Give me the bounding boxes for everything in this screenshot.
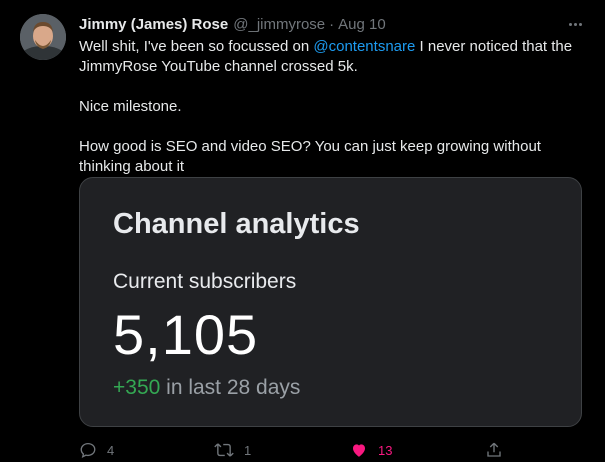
share-icon [487,442,501,457]
attached-image[interactable]: Channel analytics Current subscribers 5,… [79,177,582,427]
like-button[interactable]: 13 [350,439,392,461]
tweet-paragraph-2: Nice milestone. [79,98,182,115]
reply-button[interactable]: 4 [79,439,114,461]
tweet-text-part: Well shit, I've been so focussed on [79,38,314,55]
tweet-date[interactable]: Aug 10 [338,16,386,34]
tweet[interactable]: Jimmy (James) Rose @_jimmyrose · Aug 10 … [0,0,605,462]
card-subtitle: Current subscribers [113,270,297,293]
display-name[interactable]: Jimmy (James) Rose [79,16,228,34]
like-icon [353,444,365,457]
delta-suffix: in last 28 days [160,376,301,399]
retweet-button[interactable]: 1 [214,439,251,461]
reply-icon [80,442,96,459]
tweet-header: Jimmy (James) Rose @_jimmyrose · Aug 10 [79,16,386,34]
subscriber-count: 5,105 [113,303,259,366]
tweet-paragraph-1: Well shit, I've been so focussed on @con… [79,37,579,77]
user-handle[interactable]: @_jimmyrose [233,16,325,34]
reply-count: 4 [107,442,115,458]
separator-dot: · [329,16,335,33]
retweet-count: 1 [244,442,252,458]
subscriber-delta: +350 in last 28 days [113,376,300,400]
avatar[interactable] [20,14,66,60]
more-icon[interactable] [566,15,584,33]
tweet-paragraph-3: How good is SEO and video SEO? You can j… [79,138,541,175]
tweet-text: Well shit, I've been so focussed on @con… [79,37,579,177]
action-bar: 4 1 13 [0,439,605,461]
delta-value: +350 [113,376,161,399]
retweet-icon [214,443,234,457]
mention-link[interactable]: @contentsnare [313,38,415,55]
card-title: Channel analytics [113,208,360,240]
share-button[interactable] [485,439,503,461]
like-count: 13 [378,442,393,458]
